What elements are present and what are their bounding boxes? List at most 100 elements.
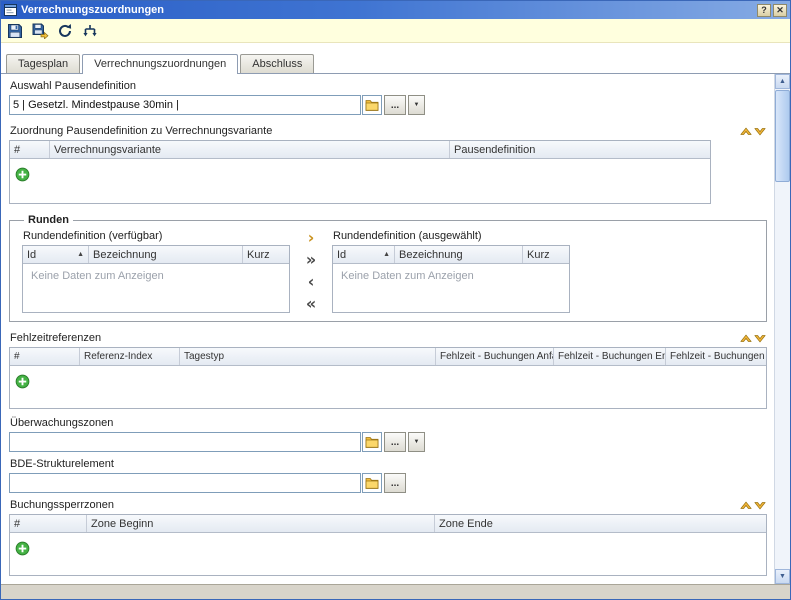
sperrzonen-table: # Zone Beginn Zone Ende [9,514,767,576]
column-header-number[interactable]: # [10,141,50,158]
sperrzonen-move-down-button[interactable] [753,499,767,511]
tab-gap [1,43,790,53]
column-header-bezeichnung[interactable]: Bezeichnung [89,246,243,263]
ueberwachungszonen-dropdown-button[interactable]: ▼ [408,432,425,452]
column-header-id-label: Id [337,249,346,261]
runden-available-table-header: Id ▲ Bezeichnung Kurz [23,246,289,264]
dialog-window: Verrechnungszuordnungen ? ✕ [0,0,791,600]
save-and-close-icon [32,23,49,39]
folder-lookup-icon [365,436,379,448]
save-icon [7,23,23,39]
folder-lookup-icon [365,99,379,111]
ueberwachungszonen-lookup-button[interactable] [362,432,382,452]
move-all-right-button[interactable]: » [302,252,320,268]
zuordnung-add-row-button[interactable] [15,167,30,182]
column-header-buchungen-anfang[interactable]: Fehlzeit - Buchungen Anfang [436,348,554,365]
save-button[interactable] [4,21,26,41]
move-right-button[interactable]: › [302,230,320,246]
sperrzonen-table-header: # Zone Beginn Zone Ende [10,515,766,533]
tab-abschluss[interactable]: Abschluss [240,54,314,73]
fehlzeit-section-header: Fehlzeitreferenzen [9,332,767,344]
column-header-pausendefinition[interactable]: Pausendefinition [450,141,710,158]
save-and-close-button[interactable] [29,21,51,41]
fehlzeit-table-header: # Referenz-Index Tagestyp Fehlzeit - Buc… [10,348,766,366]
pausendefinition-lookup-button[interactable] [362,95,382,115]
tabstrip: Tagesplan Verrechnungszuordnungen Abschl… [1,53,790,74]
window-icon[interactable] [4,4,17,16]
pausendefinition-combo: ... ▼ [9,95,767,115]
scrollbar-track[interactable] [775,89,790,569]
ueberwachungszonen-label: Überwachungszonen [10,417,767,429]
column-header-id[interactable]: Id ▲ [23,246,89,263]
column-header-id-label: Id [27,249,36,261]
column-header-kurz[interactable]: Kurz [243,246,289,263]
column-header-tagestyp[interactable]: Tagestyp [180,348,436,365]
tab-tagesplan[interactable]: Tagesplan [6,54,80,73]
chevron-up-icon [740,501,752,510]
scroll-up-button[interactable]: ▲ [775,74,790,89]
fehlzeit-add-row-button[interactable] [15,374,30,389]
vertical-scrollbar[interactable]: ▲ ▼ [774,74,790,584]
ueberwachungszonen-browse-button[interactable]: ... [384,432,406,452]
runden-selected-table-header: Id ▲ Bezeichnung Kurz [333,246,569,264]
column-header-bezeichnung[interactable]: Bezeichnung [395,246,523,263]
column-header-referenz-index[interactable]: Referenz-Index [80,348,180,365]
content: Auswahl Pausendefinition ... ▼ Zuordnung… [1,74,773,584]
zuordnung-move-up-button[interactable] [739,125,753,137]
runden-selected-label: Rundendefinition (ausgewählt) [333,230,570,242]
sort-ascending-icon: ▲ [380,251,390,258]
pausendefinition-input[interactable] [9,95,361,115]
tab-verrechnungszuordnungen[interactable]: Verrechnungszuordnungen [82,54,238,74]
runden-available-table: Id ▲ Bezeichnung Kurz Keine Daten zum An… [22,245,290,313]
sperrzonen-add-row-button[interactable] [15,541,30,556]
move-all-left-button[interactable]: « [302,296,320,312]
bde-browse-button[interactable]: ... [384,473,406,493]
pausendefinition-browse-button[interactable]: ... [384,95,406,115]
column-header-number[interactable]: # [10,348,80,365]
column-header-zone-ende[interactable]: Zone Ende [435,515,766,532]
undo-button[interactable] [54,21,76,41]
ueberwachungszonen-input[interactable] [9,432,361,452]
scroll-down-button[interactable]: ▼ [775,569,790,584]
runden-available-table-body: Keine Daten zum Anzeigen [23,264,289,312]
transfer-buttons: › » ‹ « [302,230,320,312]
column-header-kurz[interactable]: Kurz [523,246,569,263]
titlebar: Verrechnungszuordnungen ? ✕ [1,1,790,19]
sperrzonen-move-up-button[interactable] [739,499,753,511]
move-left-button[interactable]: ‹ [302,274,320,290]
fehlzeit-move-up-button[interactable] [739,332,753,344]
column-header-number[interactable]: # [10,515,87,532]
column-header-buchungen-ende[interactable]: Fehlzeit - Buchungen Ende [554,348,666,365]
chevron-down-icon [754,334,766,343]
column-header-verrechnungsvariante[interactable]: Verrechnungsvariante [50,141,450,158]
dropdown-icon: ▼ [414,102,420,108]
pausendefinition-dropdown-button[interactable]: ▼ [408,95,425,115]
column-header-id[interactable]: Id ▲ [333,246,395,263]
column-header-buchungen-maximal[interactable]: Fehlzeit - Buchungen Maximal [666,348,766,365]
runden-selected-panel: Rundendefinition (ausgewählt) Id ▲ Bezei… [332,230,570,313]
main-panel: Auswahl Pausendefinition ... ▼ Zuordnung… [1,74,790,584]
column-header-zone-beginn[interactable]: Zone Beginn [87,515,435,532]
sperrzonen-section-header: Buchungssperrzonen [9,499,767,511]
empty-message: Keine Daten zum Anzeigen [333,264,569,288]
scrollbar-thumb[interactable] [775,90,790,182]
bde-lookup-button[interactable] [362,473,382,493]
chevron-up-icon [740,334,752,343]
empty-message: Keine Daten zum Anzeigen [23,264,289,288]
zuordnung-move-down-button[interactable] [753,125,767,137]
zuordnung-table-body [10,159,710,203]
zuordnung-table: # Verrechnungsvariante Pausendefinition [9,140,711,204]
runden-available-panel: Rundendefinition (verfügbar) Id ▲ Bezeic… [22,230,290,313]
distribute-button[interactable] [79,21,101,41]
window-title: Verrechnungszuordnungen [21,4,755,16]
zuordnung-table-header: # Verrechnungsvariante Pausendefinition [10,141,710,159]
runden-available-label: Rundendefinition (verfügbar) [23,230,290,242]
help-button[interactable]: ? [757,4,771,17]
fehlzeit-move-down-button[interactable] [753,332,767,344]
zuordnung-section-header: Zuordnung Pausendefinition zu Verrechnun… [9,125,767,137]
pausendefinition-label: Auswahl Pausendefinition [10,80,767,92]
bde-strukturelement-input[interactable] [9,473,361,493]
bde-strukturelement-combo: ... [9,473,767,493]
close-button[interactable]: ✕ [773,4,787,17]
plus-icon [15,374,30,389]
